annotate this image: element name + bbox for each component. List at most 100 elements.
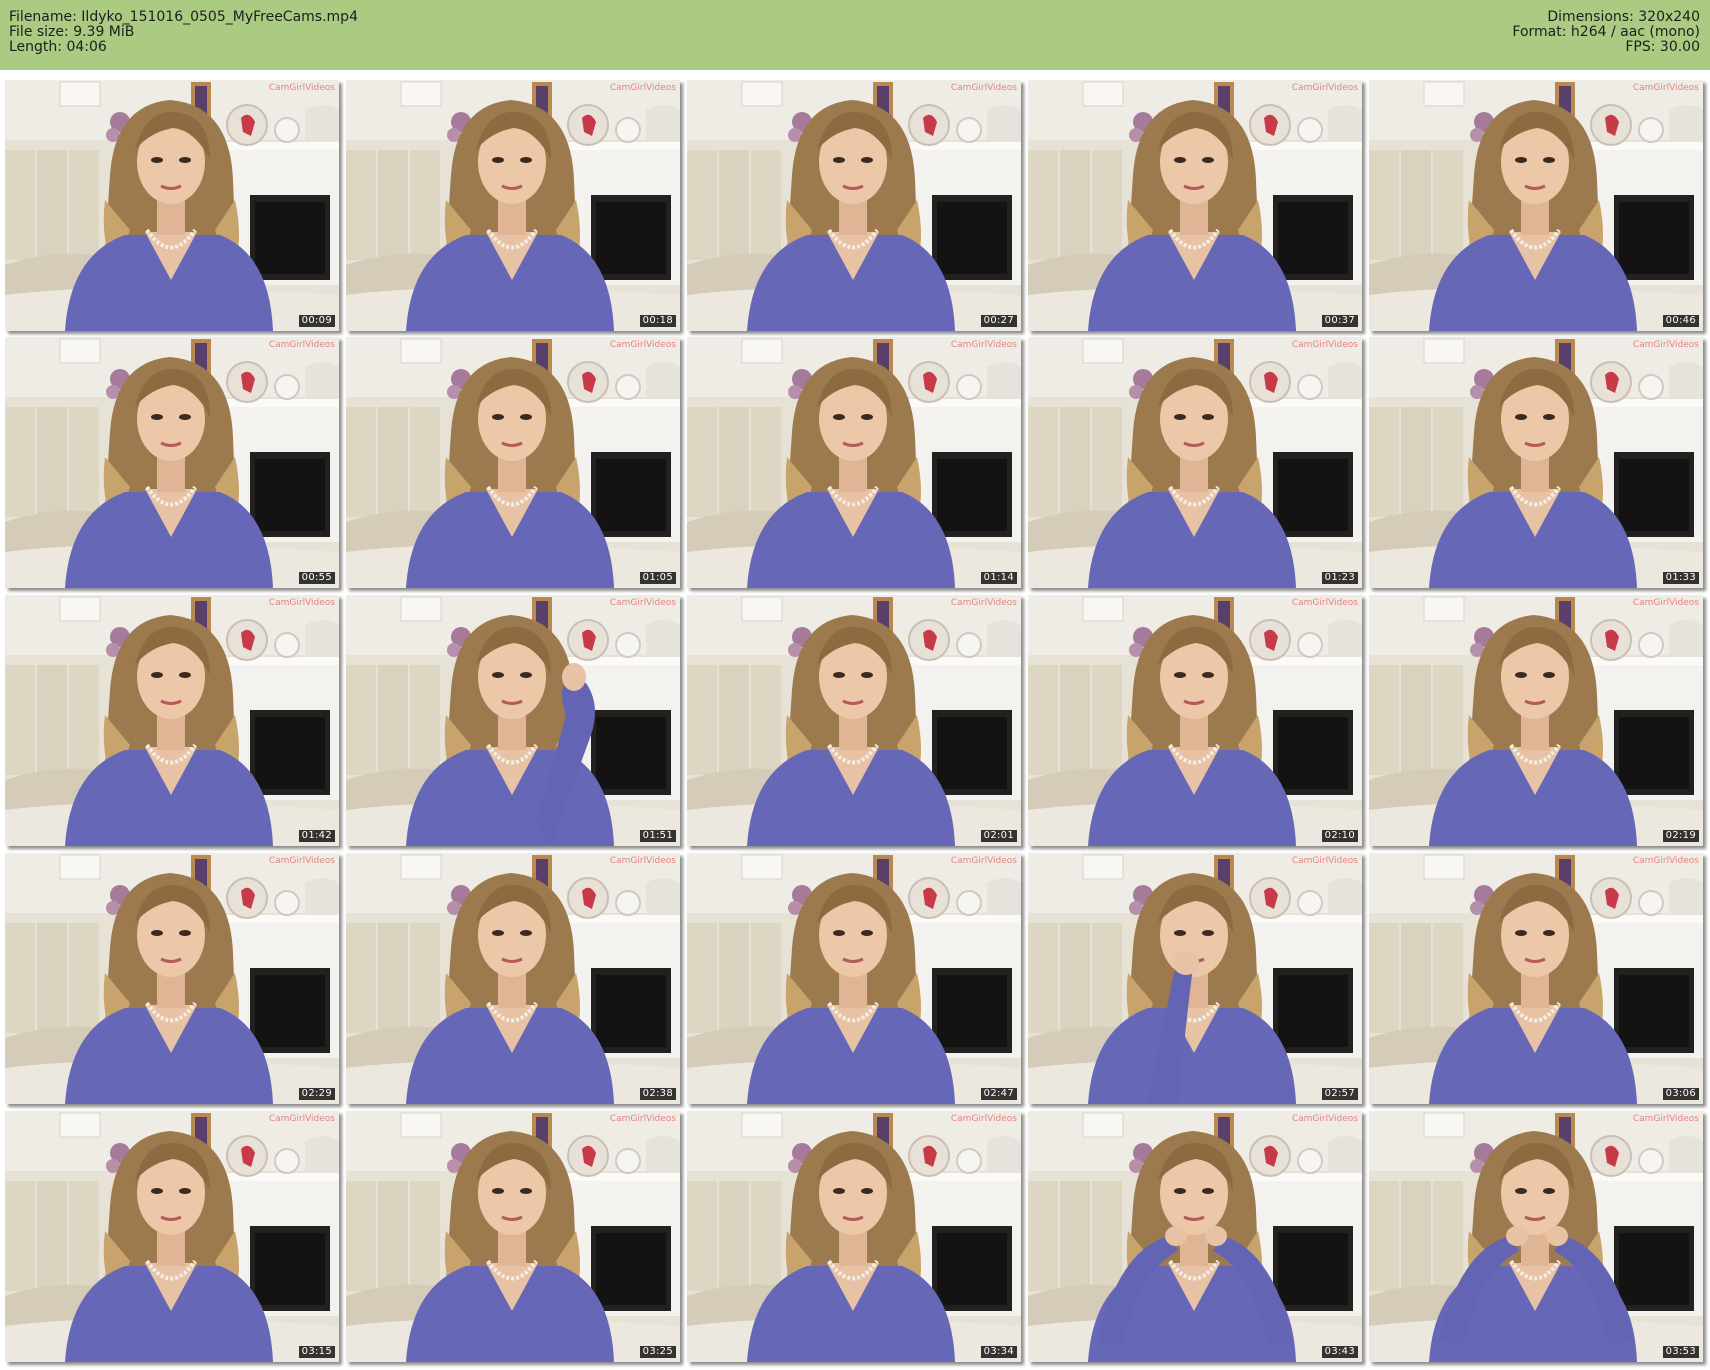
video-thumbnail: CamGirlVideos 00:37 <box>1028 80 1362 331</box>
thumbnail-frame-image <box>346 595 680 846</box>
watermark-logo: CamGirlVideos <box>268 1114 335 1124</box>
thumbnail-frame-image <box>1028 853 1362 1104</box>
video-thumbnail: CamGirlVideos 02:10 <box>1028 595 1362 846</box>
video-thumbnail: CamGirlVideos 01:14 <box>687 337 1021 588</box>
video-thumbnail: CamGirlVideos 02:47 <box>687 853 1021 1104</box>
watermark-logo: CamGirlVideos <box>1632 340 1699 350</box>
watermark-logo: CamGirlVideos <box>1291 856 1358 866</box>
thumbnail-frame-image <box>1028 337 1362 588</box>
watermark-logo: CamGirlVideos <box>609 598 676 608</box>
watermark-logo: CamGirlVideos <box>1291 1114 1358 1124</box>
thumbnail-timestamp: 01:05 <box>639 572 676 584</box>
watermark-logo: CamGirlVideos <box>950 83 1017 93</box>
video-thumbnail: CamGirlVideos 02:19 <box>1369 595 1703 846</box>
watermark-logo: CamGirlVideos <box>609 856 676 866</box>
thumbnail-frame-image <box>5 853 339 1104</box>
thumbnail-frame-image <box>687 1111 1021 1362</box>
thumbnail-frame-image <box>1369 595 1703 846</box>
thumbnail-frame-image <box>1369 853 1703 1104</box>
thumbnail-timestamp: 03:06 <box>1662 1088 1699 1100</box>
thumbnail-frame-image <box>346 337 680 588</box>
video-thumbnail: CamGirlVideos 01:42 <box>5 595 339 846</box>
thumbnail-frame-image <box>687 337 1021 588</box>
watermark-logo: CamGirlVideos <box>950 598 1017 608</box>
thumbnail-timestamp: 00:55 <box>298 572 335 584</box>
thumbnail-frame-image <box>1028 80 1362 331</box>
thumbnail-grid: CamGirlVideos 00:09 CamGirlVideos 00:18 CamG… <box>0 0 1710 1370</box>
thumbnail-timestamp: 02:47 <box>980 1088 1017 1100</box>
video-thumbnail: CamGirlVideos 03:06 <box>1369 853 1703 1104</box>
video-thumbnail: CamGirlVideos 00:55 <box>5 337 339 588</box>
thumbnail-timestamp: 00:09 <box>298 315 335 327</box>
thumbnail-frame-image <box>5 595 339 846</box>
thumbnail-frame-image <box>1028 595 1362 846</box>
thumbnail-timestamp: 03:43 <box>1321 1346 1358 1358</box>
watermark-logo: CamGirlVideos <box>950 340 1017 350</box>
thumbnail-frame-image <box>346 1111 680 1362</box>
watermark-logo: CamGirlVideos <box>609 340 676 350</box>
video-thumbnail: CamGirlVideos 01:05 <box>346 337 680 588</box>
video-thumbnail: CamGirlVideos 03:43 <box>1028 1111 1362 1362</box>
watermark-logo: CamGirlVideos <box>1632 83 1699 93</box>
watermark-logo: CamGirlVideos <box>1291 598 1358 608</box>
watermark-logo: CamGirlVideos <box>268 856 335 866</box>
thumbnail-timestamp: 02:19 <box>1662 830 1699 842</box>
thumbnail-frame-image <box>687 853 1021 1104</box>
video-thumbnail: CamGirlVideos 00:09 <box>5 80 339 331</box>
thumbnail-timestamp: 03:25 <box>639 1346 676 1358</box>
thumbnail-timestamp: 01:51 <box>639 830 676 842</box>
video-thumbnail: CamGirlVideos 02:38 <box>346 853 680 1104</box>
thumbnail-frame-image <box>1369 80 1703 331</box>
watermark-logo: CamGirlVideos <box>268 598 335 608</box>
thumbnail-frame-image <box>346 853 680 1104</box>
thumbnail-frame-image <box>346 80 680 331</box>
watermark-logo: CamGirlVideos <box>1632 598 1699 608</box>
thumbnail-frame-image <box>1369 337 1703 588</box>
thumbnail-timestamp: 03:34 <box>980 1346 1017 1358</box>
thumbnail-timestamp: 03:53 <box>1662 1346 1699 1358</box>
video-thumbnail: CamGirlVideos 02:29 <box>5 853 339 1104</box>
thumbnail-timestamp: 00:27 <box>980 315 1017 327</box>
watermark-logo: CamGirlVideos <box>950 1114 1017 1124</box>
thumbnail-frame-image <box>1369 1111 1703 1362</box>
thumbnail-frame-image <box>687 80 1021 331</box>
video-thumbnail: CamGirlVideos 02:01 <box>687 595 1021 846</box>
thumbnail-timestamp: 01:33 <box>1662 572 1699 584</box>
video-thumbnail: CamGirlVideos 03:15 <box>5 1111 339 1362</box>
watermark-logo: CamGirlVideos <box>1291 83 1358 93</box>
thumbnail-frame-image <box>5 337 339 588</box>
watermark-logo: CamGirlVideos <box>1291 340 1358 350</box>
watermark-logo: CamGirlVideos <box>1632 856 1699 866</box>
thumbnail-frame-image <box>5 80 339 331</box>
video-thumbnail: CamGirlVideos 03:25 <box>346 1111 680 1362</box>
video-thumbnail: CamGirlVideos 01:51 <box>346 595 680 846</box>
thumbnail-timestamp: 01:23 <box>1321 572 1358 584</box>
thumbnail-frame-image <box>1028 1111 1362 1362</box>
video-thumbnail: CamGirlVideos 01:23 <box>1028 337 1362 588</box>
thumbnail-timestamp: 00:37 <box>1321 315 1358 327</box>
watermark-logo: CamGirlVideos <box>268 340 335 350</box>
video-thumbnail: CamGirlVideos 00:27 <box>687 80 1021 331</box>
thumbnail-timestamp: 02:01 <box>980 830 1017 842</box>
thumbnail-frame-image <box>5 1111 339 1362</box>
watermark-logo: CamGirlVideos <box>609 1114 676 1124</box>
watermark-logo: CamGirlVideos <box>1632 1114 1699 1124</box>
thumbnail-timestamp: 03:15 <box>298 1346 335 1358</box>
video-thumbnail: CamGirlVideos 01:33 <box>1369 337 1703 588</box>
thumbnail-timestamp: 01:14 <box>980 572 1017 584</box>
thumbnail-timestamp: 02:29 <box>298 1088 335 1100</box>
video-thumbnail: CamGirlVideos 02:57 <box>1028 853 1362 1104</box>
video-thumbnail: CamGirlVideos 03:53 <box>1369 1111 1703 1362</box>
thumbnail-timestamp: 02:38 <box>639 1088 676 1100</box>
thumbnail-timestamp: 02:10 <box>1321 830 1358 842</box>
thumbnail-timestamp: 00:18 <box>639 315 676 327</box>
thumbnail-frame-image <box>687 595 1021 846</box>
video-thumbnail: CamGirlVideos 00:46 <box>1369 80 1703 331</box>
watermark-logo: CamGirlVideos <box>609 83 676 93</box>
video-thumbnail: CamGirlVideos 00:18 <box>346 80 680 331</box>
video-thumbnail: CamGirlVideos 03:34 <box>687 1111 1021 1362</box>
watermark-logo: CamGirlVideos <box>268 83 335 93</box>
watermark-logo: CamGirlVideos <box>950 856 1017 866</box>
thumbnail-timestamp: 02:57 <box>1321 1088 1358 1100</box>
thumbnail-timestamp: 01:42 <box>298 830 335 842</box>
